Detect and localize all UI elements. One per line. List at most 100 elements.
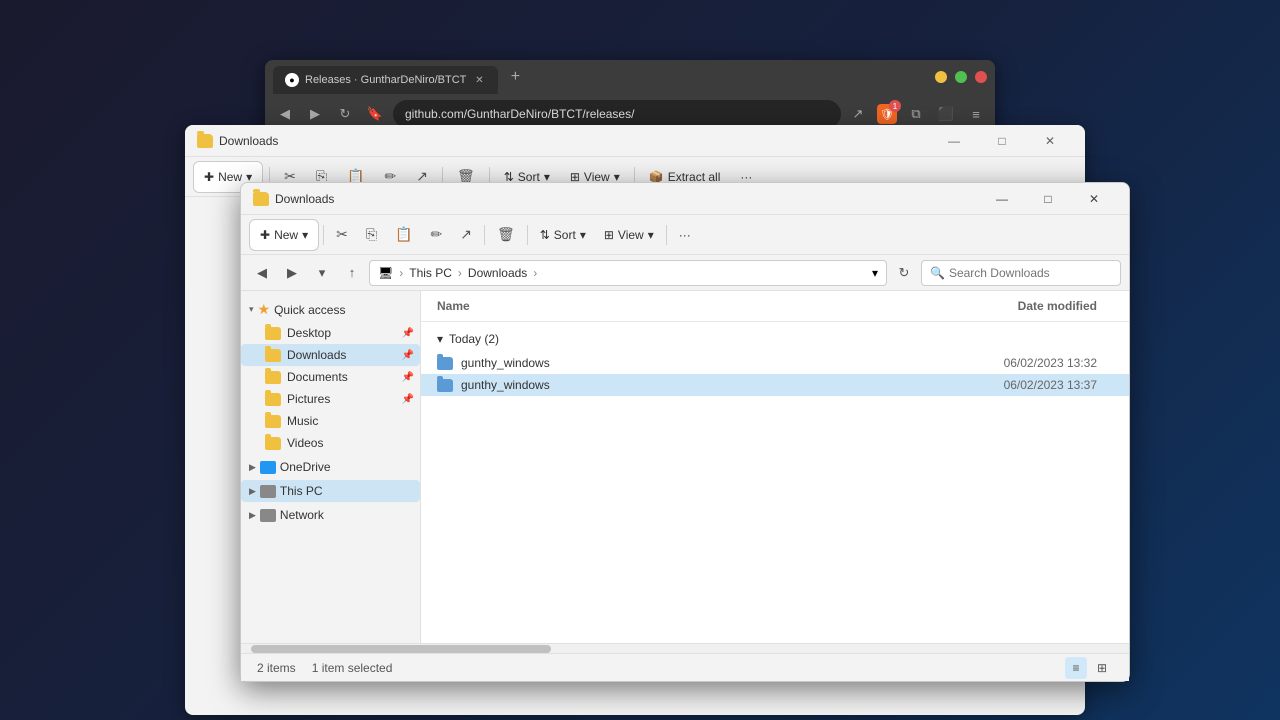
documents-folder-icon <box>265 371 281 384</box>
thispc-chevron: ▶ <box>249 486 256 497</box>
addr-back-btn[interactable]: ◀ <box>249 260 275 286</box>
documents-pin-icon: 📌 <box>402 372 414 383</box>
addr-history-btn[interactable]: ▾ <box>309 260 335 286</box>
downloads-label: Downloads <box>287 348 346 362</box>
sidebar-item-videos[interactable]: Videos <box>241 432 420 454</box>
browser-close-btn[interactable] <box>975 71 987 83</box>
sidebar-item-music[interactable]: Music <box>241 410 420 432</box>
delete-button[interactable]: 🗑 <box>489 219 523 251</box>
browser-bookmark-btn[interactable]: 🔖 <box>363 102 387 126</box>
network-section: ▶ Network <box>241 504 420 526</box>
browser-extensions-icon[interactable]: ⬛ <box>935 103 957 125</box>
browser-address-bar[interactable]: github.com/GuntharDeNiro/BTCT/releases/ <box>393 100 841 128</box>
file2-folder-icon <box>437 379 453 392</box>
browser-minimize-btn[interactable] <box>935 71 947 83</box>
browser-maximize-btn[interactable] <box>955 71 967 83</box>
more-button[interactable]: ··· <box>671 219 699 251</box>
toolbar-sep-front-1 <box>323 225 324 245</box>
desktop-folder-icon <box>265 327 281 340</box>
sort-button[interactable]: ⇅ Sort ▾ <box>532 219 594 251</box>
thispc-icon <box>260 485 276 498</box>
path-downloads[interactable]: Downloads <box>468 266 527 280</box>
explorer-back-minimize[interactable]: — <box>931 125 977 157</box>
browser-tab[interactable]: ● Releases · GuntharDeNiro/BTCT ✕ <box>273 66 498 94</box>
new-label: New <box>274 228 298 242</box>
file-row-1[interactable]: gunthy_windows 06/02/2023 13:32 <box>421 352 1129 374</box>
explorer-front-window: Downloads — □ ✕ ✚ New ▾ ✂ ⎘ 📋 <box>240 182 1130 682</box>
search-input[interactable] <box>949 266 1112 280</box>
explorer-maximize-btn[interactable]: □ <box>1025 183 1071 215</box>
back-new-label: New <box>218 170 242 184</box>
quick-access-header[interactable]: ▾ ★ Quick access <box>241 297 420 322</box>
rename-button[interactable]: ✏ <box>422 219 450 251</box>
explorer-folder-icon <box>253 192 269 206</box>
list-view-btn[interactable]: ≡ <box>1065 657 1087 679</box>
desktop-pin-icon: 📌 <box>402 328 414 339</box>
github-icon: ● <box>285 73 299 87</box>
browser-tabs-icon[interactable]: ⧉ <box>905 103 927 125</box>
explorer-address-bar: ◀ ▶ ▾ ↑ 🖥 › This PC › Downloads › ▾ ↻ 🔍 <box>241 255 1129 291</box>
path-thispc[interactable]: This PC <box>409 266 452 280</box>
thispc-header[interactable]: ▶ This PC <box>241 480 420 502</box>
view-toggle-buttons: ≡ ⊞ <box>1065 657 1113 679</box>
cut-button[interactable]: ✂ <box>328 219 356 251</box>
sidebar-item-desktop[interactable]: Desktop 📌 <box>241 322 420 344</box>
explorer-back-folder-icon <box>197 134 213 148</box>
status-bar: 2 items 1 item selected ≡ ⊞ <box>241 653 1129 681</box>
path-separator-2: › <box>458 266 462 280</box>
onedrive-chevron: ▶ <box>249 462 256 473</box>
explorer-toolbar: ✚ New ▾ ✂ ⎘ 📋 ✏ ↗ 🗑 <box>241 215 1129 255</box>
file-row-2[interactable]: gunthy_windows 06/02/2023 13:37 <box>421 374 1129 396</box>
search-box[interactable]: 🔍 <box>921 260 1121 286</box>
today-group-header: ▾ Today (2) <box>421 326 1129 352</box>
sort-caret-icon: ▾ <box>580 228 586 242</box>
sidebar-item-pictures[interactable]: Pictures 📌 <box>241 388 420 410</box>
explorer-back-close[interactable]: ✕ <box>1027 125 1073 157</box>
browser-tab-close-btn[interactable]: ✕ <box>472 73 486 87</box>
browser-refresh-btn[interactable]: ↻ <box>333 102 357 126</box>
toolbar-sep-front-3 <box>527 225 528 245</box>
browser-back-btn[interactable]: ◀ <box>273 102 297 126</box>
delete-icon-front: 🗑 <box>497 226 515 243</box>
sidebar-item-documents[interactable]: Documents 📌 <box>241 366 420 388</box>
file2-date: 06/02/2023 13:37 <box>953 378 1113 392</box>
browser-share-icon[interactable]: ↗ <box>847 103 869 125</box>
sidebar-item-downloads[interactable]: Downloads 📌 <box>241 344 420 366</box>
explorer-close-btn[interactable]: ✕ <box>1071 183 1117 215</box>
new-button[interactable]: ✚ New ▾ <box>249 219 319 251</box>
addr-up-btn[interactable]: ↑ <box>339 260 365 286</box>
sidebar: ▾ ★ Quick access Desktop 📌 Downloads 📌 <box>241 291 421 643</box>
explorer-minimize-btn[interactable]: — <box>979 183 1025 215</box>
path-dropdown-btn[interactable]: ▾ <box>872 266 878 280</box>
group-collapse-icon: ▾ <box>437 332 443 346</box>
addr-forward-btn[interactable]: ▶ <box>279 260 305 286</box>
brave-shield-icon[interactable]: 🛡 1 <box>877 104 897 124</box>
view-icon-front: ⊞ <box>604 228 614 242</box>
browser-menu-icon[interactable]: ≡ <box>965 103 987 125</box>
sort-icon-front: ⇅ <box>540 228 550 242</box>
address-path[interactable]: 🖥 › This PC › Downloads › ▾ <box>369 260 887 286</box>
scrollbar-thumb[interactable] <box>251 645 551 653</box>
copy-button[interactable]: ⎘ <box>358 219 385 251</box>
share-button[interactable]: ↗ <box>452 219 480 251</box>
explorer-title-left: Downloads <box>253 192 979 206</box>
new-caret-icon: ▾ <box>302 228 308 242</box>
pictures-label: Pictures <box>287 392 330 406</box>
network-header[interactable]: ▶ Network <box>241 504 420 526</box>
browser-forward-btn[interactable]: ▶ <box>303 102 327 126</box>
view-label: View <box>618 228 644 242</box>
browser-titlebar: ● Releases · GuntharDeNiro/BTCT ✕ + <box>265 60 995 94</box>
paste-button[interactable]: 📋 <box>387 219 420 251</box>
file1-folder-icon <box>437 357 453 370</box>
horizontal-scrollbar[interactable] <box>241 643 1129 653</box>
content-header: Name Date modified <box>421 291 1129 322</box>
onedrive-header[interactable]: ▶ OneDrive <box>241 456 420 478</box>
view-button[interactable]: ⊞ View ▾ <box>596 219 662 251</box>
addr-refresh-btn[interactable]: ↻ <box>891 260 917 286</box>
new-tab-button[interactable]: + <box>502 64 528 90</box>
path-home-icon: 🖥 <box>378 266 393 280</box>
brave-shield-container: 🛡 1 <box>877 104 897 124</box>
explorer-back-maximize[interactable]: □ <box>979 125 1025 157</box>
grid-view-btn[interactable]: ⊞ <box>1091 657 1113 679</box>
desktop-label: Desktop <box>287 326 331 340</box>
